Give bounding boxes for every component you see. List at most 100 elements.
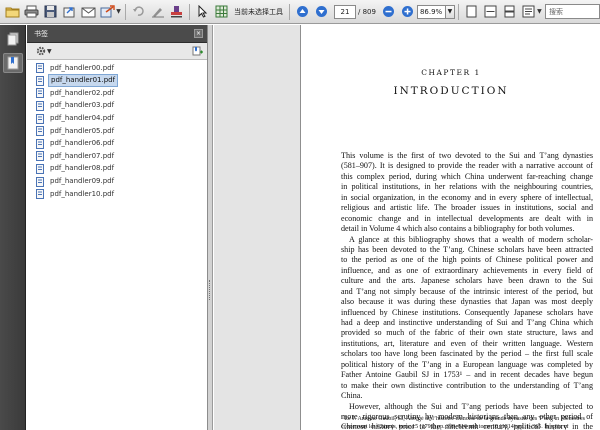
bookmarks-panel-tab[interactable]: [3, 53, 23, 73]
pdf-file-icon: [36, 176, 44, 187]
document-view-icon: [522, 5, 535, 18]
bookmark-label: pdf_handler04.pdf: [50, 114, 115, 123]
bookmark-options-button[interactable]: ▼: [36, 46, 52, 56]
navigation-pane-strip: [0, 25, 26, 430]
stamp-button[interactable]: [167, 2, 186, 21]
bookmark-item[interactable]: pdf_handler06.pdf: [27, 137, 207, 150]
floppy-disk-icon: [44, 5, 57, 18]
select-tool-button[interactable]: [193, 2, 212, 21]
bookmark-item[interactable]: pdf_handler02.pdf: [27, 87, 207, 100]
cursor-icon: [198, 5, 208, 18]
toolbar-divider: [125, 3, 126, 20]
text-line: religious and artistic life. The broader…: [341, 203, 593, 213]
next-page-button[interactable]: [312, 2, 331, 21]
pdf-file-icon: [36, 88, 44, 99]
splitter-grip: [209, 280, 211, 300]
plus-circle-icon: [401, 6, 413, 17]
export-dropdown-icon[interactable]: ▼: [115, 2, 122, 21]
pdf-file-icon: [36, 151, 44, 162]
pdf-file-icon: [36, 113, 44, 124]
sign-button[interactable]: [148, 2, 167, 21]
fit-page-button[interactable]: [462, 2, 481, 21]
panel-splitter[interactable]: [208, 25, 213, 430]
previous-page-button[interactable]: [293, 2, 312, 21]
continuous-view-button[interactable]: [500, 2, 519, 21]
open-folder-button[interactable]: [3, 2, 22, 21]
document-viewer[interactable]: CHAPTER 1 INTRODUCTION This volume is th…: [214, 25, 600, 430]
close-panel-button[interactable]: ×: [194, 29, 203, 38]
bookmark-item[interactable]: pdf_handler03.pdf: [27, 99, 207, 112]
rotate-icon: [133, 6, 144, 16]
arrow-up-icon: [297, 6, 308, 17]
text-line: institutions, art, literature and even o…: [341, 338, 593, 348]
text-line: However, although the Sui and T’ang peri…: [349, 401, 593, 411]
text-line: Father Antoine Gaubil SJ in 1753¹ – and …: [341, 370, 593, 380]
fit-width-icon: [484, 5, 497, 18]
bookmark-item[interactable]: pdf_handler01.pdf: [27, 74, 207, 88]
pages-icon: [7, 32, 19, 46]
zoom-level-input[interactable]: 86.9%: [416, 4, 446, 19]
pdf-file-icon: [36, 189, 44, 200]
bookmark-item[interactable]: pdf_handler04.pdf: [27, 112, 207, 125]
fit-width-button[interactable]: [481, 2, 500, 21]
bookmarks-panel-toolbar: ▼: [27, 43, 207, 60]
pdf-file-icon: [36, 100, 44, 111]
bookmark-item[interactable]: pdf_handler10.pdf: [27, 188, 207, 201]
chapter-title: INTRODUCTION: [393, 85, 509, 97]
view-dropdown-icon[interactable]: ▼: [536, 2, 543, 21]
zoom-out-button[interactable]: [379, 2, 398, 21]
share-icon: [63, 7, 75, 18]
text-line: China.: [341, 391, 363, 401]
text-line: (581–907). It is designed to provide the…: [341, 161, 593, 171]
page-total-label: / 809: [358, 7, 376, 16]
bookmark-item[interactable]: pdf_handler09.pdf: [27, 175, 207, 188]
chapter-number: CHAPTER 1: [421, 68, 481, 77]
viewer-margin: [214, 25, 300, 430]
share-button[interactable]: [60, 2, 79, 21]
minus-circle-icon: [382, 6, 394, 17]
pdf-file-icon: [36, 63, 44, 74]
bookmark-item[interactable]: pdf_handler08.pdf: [27, 162, 207, 175]
pdf-file-icon: [36, 163, 44, 174]
pages-view-icon: [504, 5, 515, 18]
export-icon: [100, 5, 115, 18]
new-bookmark-button[interactable]: [192, 46, 203, 56]
pdf-file-icon: [36, 138, 44, 149]
bookmark-item[interactable]: pdf_handler00.pdf: [27, 62, 207, 75]
search-input[interactable]: 搜索: [544, 4, 600, 19]
bookmark-label: pdf_handler07.pdf: [50, 151, 115, 160]
text-line: in political institutions, in her relati…: [341, 182, 593, 192]
snapshot-tool-button[interactable]: [212, 2, 231, 21]
arrow-down-icon: [316, 6, 327, 17]
rotate-button[interactable]: [129, 2, 148, 21]
zoom-in-button[interactable]: [398, 2, 417, 21]
main-toolbar: ▼ 当前未选择工具 21 / 809 86.9% ▼ ▼ 搜索: [0, 0, 600, 24]
pages-panel-tab[interactable]: [3, 29, 23, 49]
toolbar-divider: [457, 3, 459, 20]
footnote-line: concernant les Chinois, tome 15 (1791) p…: [341, 423, 569, 430]
bookmark-label: pdf_handler02.pdf: [50, 88, 115, 97]
document-page[interactable]: CHAPTER 1 INTRODUCTION This volume is th…: [300, 25, 600, 430]
chevron-down-icon: ▼: [47, 47, 52, 55]
bookmark-item[interactable]: pdf_handler07.pdf: [27, 150, 207, 163]
current-tool-label: 当前未选择工具: [234, 7, 283, 16]
fit-page-icon: [466, 5, 477, 18]
bookmark-list: pdf_handler00.pdf pdf_handler01.pdf pdf_ha…: [27, 60, 207, 201]
footnote: ¹ Le P. Antoine Gaubil, SJ, Abrégé de l’…: [341, 416, 593, 430]
bookmark-label: pdf_handler08.pdf: [50, 164, 115, 173]
pdf-file-icon: [36, 126, 44, 137]
envelope-icon: [81, 7, 96, 17]
bookmarks-icon: [7, 56, 19, 70]
zoom-dropdown-icon[interactable]: ▼: [445, 4, 455, 19]
toolbar-divider: [289, 3, 290, 20]
bookmark-item[interactable]: pdf_handler05.pdf: [27, 125, 207, 138]
save-button[interactable]: [41, 2, 60, 21]
text-line: in social organization, in the economy a…: [341, 192, 593, 202]
text-line: scholars too have long been fascinated b…: [341, 349, 593, 359]
bookmark-label: pdf_handler10.pdf: [50, 189, 115, 198]
email-button[interactable]: [79, 2, 98, 21]
text-line: detail in Volume 4 which also contains a…: [341, 224, 575, 234]
page-number-input[interactable]: 21: [334, 4, 356, 19]
print-button[interactable]: [22, 2, 41, 21]
bookmarks-panel-header: 书签 ×: [27, 25, 207, 43]
